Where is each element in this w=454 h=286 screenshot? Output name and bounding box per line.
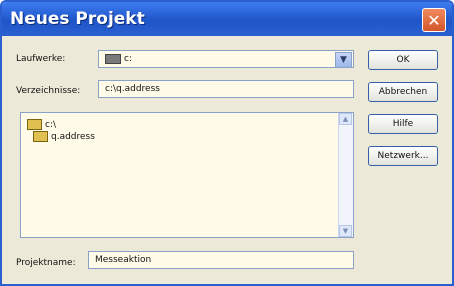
directory-value: c:\q.address [105,84,160,94]
tree-item-label: c:\ [45,119,57,130]
tree-scrollbar[interactable]: ▲ ▼ [338,113,353,237]
drive-label: Laufwerke: [16,54,66,64]
directory-label: Verzeichnisse: [16,86,81,96]
scroll-down-icon[interactable]: ▼ [339,225,352,237]
project-name-value: Messeaktion [95,255,152,265]
dialog-title: Neues Projekt [10,9,145,29]
tree-item-q-address[interactable]: q.address [33,131,95,142]
directory-tree[interactable]: c:\ q.address ▲ ▼ [20,112,354,238]
drive-value: c: [124,54,132,64]
network-button[interactable]: Netzwerk... [368,146,438,166]
cancel-button[interactable]: Abbrechen [368,82,438,102]
drive-icon [105,54,121,64]
close-button[interactable]: ✕ [422,8,446,32]
chevron-down-icon[interactable]: ▼ [335,52,352,68]
folder-open-icon [27,119,42,130]
folder-icon [33,131,48,142]
tree-item-root[interactable]: c:\ [27,119,56,130]
title-bar[interactable]: Neues Projekt ✕ [2,2,452,36]
help-button[interactable]: Hilfe [368,114,438,134]
tree-item-label: q.address [51,131,95,142]
close-icon: ✕ [427,10,441,30]
scroll-up-icon[interactable]: ▲ [339,113,352,125]
new-project-dialog: Neues Projekt ✕ Laufwerke: c: ▼ Verzeich… [0,0,454,286]
project-name-label: Projektname: [16,258,76,268]
project-name-field[interactable]: Messeaktion [88,251,354,269]
ok-button[interactable]: OK [368,50,438,70]
directory-field[interactable]: c:\q.address [98,80,354,98]
drive-select[interactable]: c: ▼ [98,50,354,68]
